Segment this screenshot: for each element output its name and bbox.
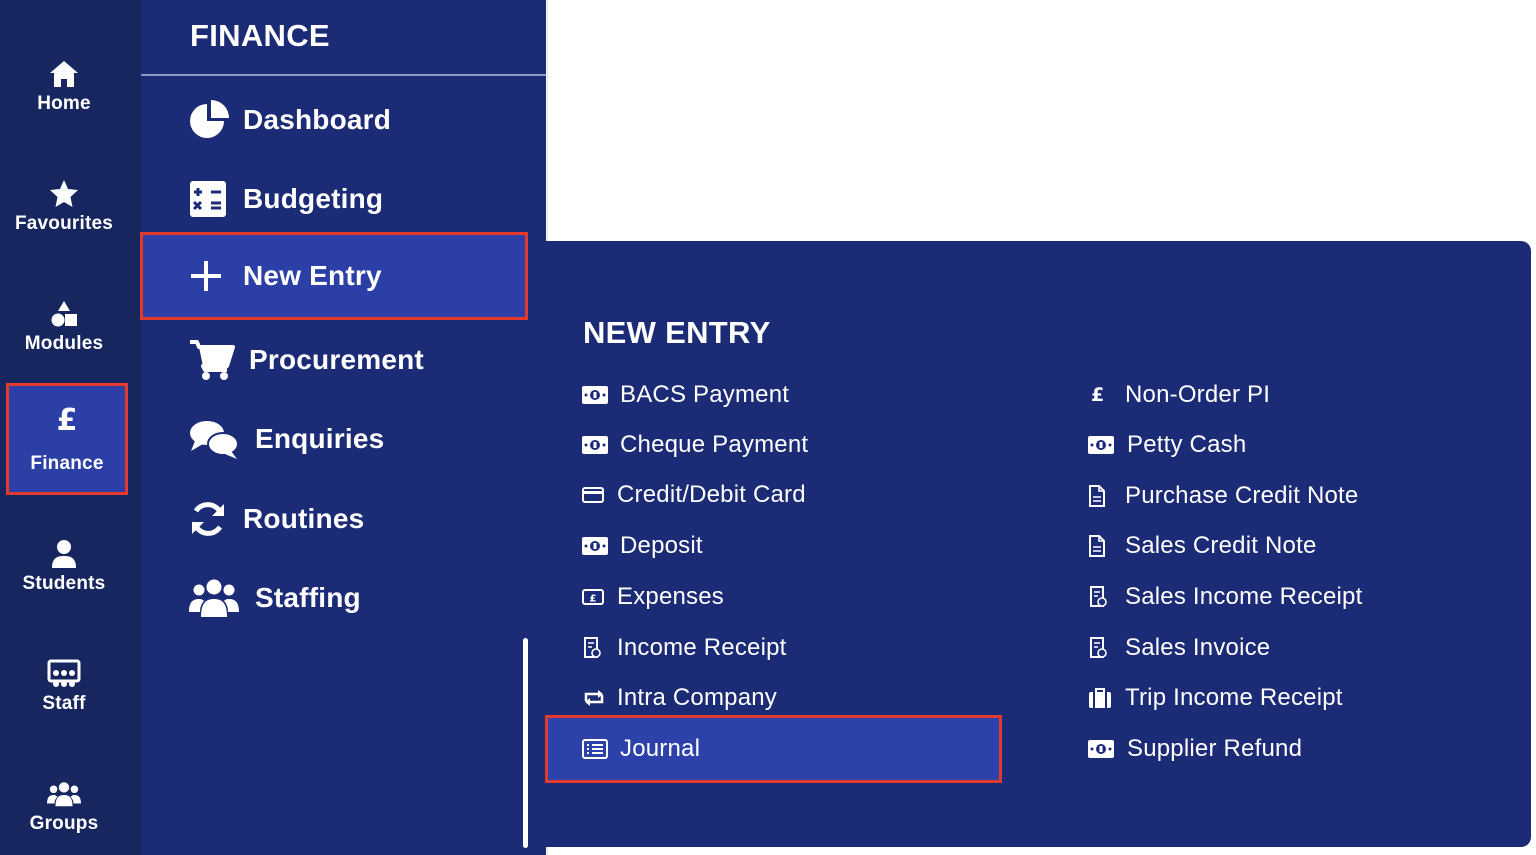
list-icon [582,737,612,761]
divider [141,74,546,76]
pound-icon: £ [56,402,78,438]
rail-item-groups[interactable]: Groups [0,766,128,846]
users-icon [47,777,81,811]
pound-box-icon: £ [582,585,609,609]
new-entry-expenses[interactable]: £ Expenses [582,575,724,619]
new-entry-credit-debit-card[interactable]: Credit/Debit Card [582,473,806,517]
rail-item-home[interactable]: Home [0,46,128,126]
new-entry-item-label: Purchase Credit Note [1125,482,1359,509]
money-bill-icon [582,433,612,457]
new-entry-journal[interactable]: Journal [545,715,1002,783]
new-entry-item-label: Expenses [617,583,724,610]
rail-item-staff[interactable]: Staff [0,646,128,726]
new-entry-item-label: Credit/Debit Card [617,481,806,508]
rail-item-label: Students [22,573,106,594]
document-icon [1088,484,1117,508]
cart-icon [189,338,245,382]
new-entry-purchase-credit-note[interactable]: Purchase Credit Note [1088,474,1358,518]
rail-item-label: Groups [29,813,99,834]
finance-item-label: Procurement [249,344,424,375]
rail-item-label: Favourites [14,213,114,234]
receipt-icon [582,636,609,660]
home-icon [47,57,81,91]
new-entry-item-label: Cheque Payment [620,431,809,458]
new-entry-item-label: Sales Credit Note [1125,532,1317,559]
credit-card-icon [582,483,609,507]
new-entry-supplier-refund[interactable]: Supplier Refund [1088,727,1302,771]
new-entry-title: NEW ENTRY [583,315,771,350]
finance-item-label: Enquiries [255,423,385,454]
chalkboard-teacher-icon [47,657,81,691]
new-entry-item-label: Intra Company [617,684,778,711]
scrollbar[interactable] [523,638,528,848]
new-entry-dropdown: NEW ENTRY BACS Payment Cheque Payment Cr… [529,241,1531,847]
new-entry-item-label: Petty Cash [1127,431,1247,458]
new-entry-income-receipt[interactable]: Income Receipt [582,626,787,670]
money-bill-icon [1088,737,1119,761]
finance-item-budgeting[interactable]: Budgeting [141,159,527,239]
new-entry-item-label: Supplier Refund [1127,735,1303,762]
svg-text:£: £ [590,594,597,605]
calculator-icon [189,177,239,221]
new-entry-deposit[interactable]: Deposit [582,524,703,568]
money-bill-icon [582,534,612,558]
new-entry-item-label: Journal [620,735,701,762]
rail-item-label: Finance [30,453,104,474]
finance-menu-title: FINANCE [190,18,330,53]
finance-item-new-entry[interactable]: New Entry [140,232,528,320]
finance-item-staffing[interactable]: Staffing [141,558,527,638]
users-icon [189,576,251,620]
finance-item-label: New Entry [243,260,382,291]
new-entry-item-label: Non-Order PI [1125,381,1271,408]
app-window: Home Favourites Modules £ Finance Studen… [0,0,1536,855]
money-bill-icon [1088,433,1119,457]
new-entry-item-label: Income Receipt [617,634,787,661]
pie-chart-icon [189,98,239,142]
finance-item-label: Dashboard [243,104,392,135]
rail-item-label: Modules [24,333,104,354]
rail-item-students[interactable]: Students [0,526,128,606]
new-entry-cheque-payment[interactable]: Cheque Payment [582,423,808,467]
receipt-icon [1088,585,1117,609]
new-entry-non-order-pi[interactable]: £ Non-Order PI [1088,373,1270,417]
finance-item-label: Budgeting [243,183,384,214]
new-entry-sales-income-receipt[interactable]: Sales Income Receipt [1088,575,1362,619]
money-bill-icon [582,383,612,407]
receipt-icon [1088,636,1117,660]
rail-item-finance[interactable]: £ Finance [6,383,128,495]
new-entry-sales-invoice[interactable]: Sales Invoice [1088,626,1270,670]
finance-item-dashboard[interactable]: Dashboard [141,80,527,160]
pound-icon: £ [1091,384,1105,406]
new-entry-intra-company[interactable]: Intra Company [582,676,777,720]
suitcase-icon [1088,686,1117,710]
shapes-icon [47,297,81,331]
document-icon [1088,534,1117,558]
new-entry-bacs-payment[interactable]: BACS Payment [582,373,789,417]
rail-item-label: Home [37,93,91,114]
new-entry-item-label: Trip Income Receipt [1125,684,1343,711]
new-entry-item-label: BACS Payment [620,381,790,408]
main-nav-rail: Home Favourites Modules £ Finance Studen… [0,0,141,855]
finance-menu-panel: FINANCE Dashboard Budgeting New Entry Pr… [140,0,546,855]
finance-item-routines[interactable]: Routines [141,479,527,559]
comments-icon [189,417,251,461]
exchange-icon [582,686,609,710]
new-entry-item-label: Deposit [620,532,703,559]
new-entry-petty-cash[interactable]: Petty Cash [1088,423,1246,467]
rail-item-modules[interactable]: Modules [0,286,128,366]
new-entry-item-label: Sales Invoice [1125,634,1271,661]
rail-item-label: Staff [42,693,86,714]
user-icon [47,537,81,571]
sync-icon [189,497,239,541]
finance-item-enquiries[interactable]: Enquiries [141,399,527,479]
star-icon [47,177,81,211]
new-entry-item-label: Sales Income Receipt [1125,583,1363,610]
finance-item-procurement[interactable]: Procurement [141,320,527,400]
finance-item-label: Routines [243,503,365,534]
rail-item-favourites[interactable]: Favourites [0,166,128,246]
new-entry-sales-credit-note[interactable]: Sales Credit Note [1088,524,1317,568]
new-entry-trip-income-receipt[interactable]: Trip Income Receipt [1088,676,1343,720]
finance-item-label: Staffing [255,582,361,613]
plus-icon [189,254,239,298]
